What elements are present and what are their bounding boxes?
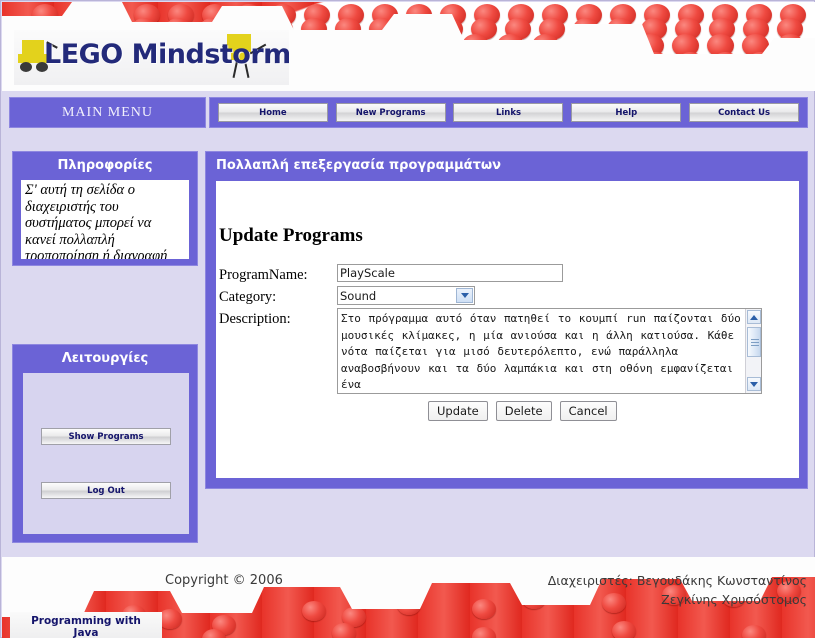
description-textarea[interactable]: Στο πρόγραμμα αυτό όταν πατηθεί το κουμπ…: [337, 308, 762, 394]
scroll-down-arrow-icon[interactable]: [747, 377, 761, 391]
nav-button-contact-us[interactable]: Contact Us: [689, 103, 800, 122]
scrollbar-thumb[interactable]: [747, 327, 761, 357]
admin-line-2: Ζεγκίνης Χρυσόστομος: [661, 592, 807, 607]
logo-text: LEGO Mindstorms: [44, 39, 289, 70]
administrators-credit: Διαχειριστές: Βεγουδάκης Κωνσταντίνος Ζε…: [548, 571, 807, 609]
page-heading: Update Programs: [219, 225, 363, 246]
sidebar-functions-title: Λειτουργίες: [61, 350, 149, 366]
copyright-text: Copyright © 2006: [165, 573, 283, 588]
nav-button-strip: Home New Programs Links Help Contact Us: [209, 97, 808, 128]
main-panel-title: Πολλαπλή επεξεργασία προγραμμάτων: [216, 158, 502, 173]
program-name-input[interactable]: [337, 264, 563, 282]
description-scrollbar[interactable]: [745, 309, 761, 393]
nav-button-home[interactable]: Home: [217, 103, 328, 122]
java-logo-line-1: Programming with: [31, 615, 141, 627]
main-menu-label: MAIN MENU: [61, 104, 154, 120]
page-footer: Copyright © 2006 Διαχειριστές: Βεγουδάκη…: [2, 557, 815, 638]
java-logo-line-2: Java: [73, 627, 99, 638]
log-out-button[interactable]: Log Out: [41, 482, 171, 499]
program-name-label: ProgramName:: [219, 267, 308, 283]
sidebar-info-body: Σ' αυτή τη σελίδα ο διαχειριστής του συσ…: [21, 180, 189, 259]
sidebar-info-text: Σ' αυτή τη σελίδα ο διαχειριστής του συσ…: [25, 182, 168, 259]
chevron-down-icon[interactable]: [456, 288, 473, 303]
main-menu-label-box: MAIN MENU: [9, 97, 206, 128]
cancel-button[interactable]: Cancel: [559, 401, 617, 421]
form-action-buttons: Update Delete Cancel: [428, 401, 617, 421]
header-banner: LEGO Mindstorms: [2, 2, 815, 91]
sidebar-info-title: Πληροφορίες: [57, 157, 153, 173]
main-content-panel: Πολλαπλή επεξεργασία προγραμμάτων Update…: [205, 151, 808, 489]
update-button[interactable]: Update: [428, 401, 488, 421]
show-programs-button[interactable]: Show Programs: [41, 428, 171, 445]
admin-line-1: Διαχειριστές: Βεγουδάκης Κωνσταντίνος: [547, 573, 807, 588]
site-logo: LEGO Mindstorms: [14, 30, 289, 85]
nav-button-links[interactable]: Links: [453, 103, 564, 122]
programming-with-java-logo: Programming with Java: [10, 612, 162, 638]
sidebar-functions-panel: Λειτουργίες Show Programs Log Out: [12, 344, 198, 543]
sidebar-info-panel: Πληροφορίες Σ' αυτή τη σελίδα ο διαχειρι…: [12, 151, 198, 266]
main-menu-bar: MAIN MENU Home New Programs Links Help C…: [9, 97, 808, 128]
sidebar-functions-body: Show Programs Log Out: [23, 373, 189, 534]
nav-button-help[interactable]: Help: [571, 103, 682, 122]
nav-button-new-programs[interactable]: New Programs: [335, 103, 446, 122]
delete-button[interactable]: Delete: [495, 401, 552, 421]
page-root: LEGO Mindstorms MAIN MENU Home New Progr…: [0, 0, 815, 638]
description-label: Description:: [219, 311, 291, 327]
category-selected-value: Sound: [340, 288, 377, 303]
main-panel-body: Update Programs ProgramName: Category: S…: [216, 181, 799, 478]
category-select[interactable]: Sound: [337, 286, 475, 305]
scroll-up-arrow-icon[interactable]: [747, 310, 761, 324]
category-label: Category:: [219, 289, 277, 305]
description-text: Στο πρόγραμμα αυτό όταν πατηθεί το κουμπ…: [341, 312, 741, 391]
